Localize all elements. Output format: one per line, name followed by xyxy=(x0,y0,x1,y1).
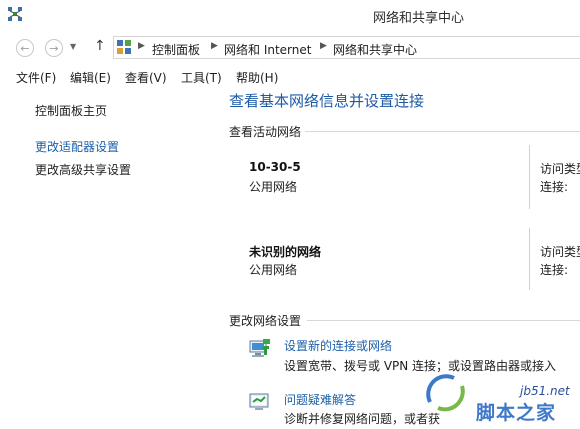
navigation-bar: ← → ▼ ↑ ▶ 控制面板 ▶ 网络和 Internet ▶ 网络和共享中心 xyxy=(0,32,580,64)
sidebar-item-control-panel-home[interactable]: 控制面板主页 xyxy=(35,102,107,119)
sidebar-item-change-adapter-settings[interactable]: 更改适配器设置 xyxy=(35,138,119,155)
setup-connection-link[interactable]: 设置新的连接或网络 xyxy=(284,337,392,354)
breadcrumb-separator-icon: ▶ xyxy=(320,41,327,51)
change-network-settings-heading: 更改网络设置 xyxy=(229,314,302,328)
troubleshoot-description: 诊断并修复网络问题，或者获 xyxy=(284,412,441,426)
watermark-site: jb51.net xyxy=(520,384,570,398)
breadcrumb-network-sharing-center[interactable]: 网络和共享中心 xyxy=(333,41,417,58)
network-name: 未识别的网络 xyxy=(249,245,322,259)
network-type-link[interactable]: 公用网络 xyxy=(249,178,297,195)
back-arrow-icon[interactable]: ← xyxy=(16,39,34,57)
watermark-logo-icon xyxy=(426,374,465,412)
watermark-name: 脚本之家 xyxy=(476,402,557,424)
sidebar-item-advanced-sharing[interactable]: 更改高级共享设置 xyxy=(35,161,131,178)
up-arrow-icon[interactable]: ↑ xyxy=(94,38,106,54)
title-bar: 网络和共享中心 xyxy=(0,0,580,32)
access-type-label: 访问类型 xyxy=(540,245,580,259)
column-divider xyxy=(529,228,530,290)
breadcrumb-separator-icon: ▶ xyxy=(138,41,145,51)
troubleshoot-icon xyxy=(249,393,269,410)
menu-tools[interactable]: 工具(T) xyxy=(181,69,222,86)
address-bar[interactable]: ▶ 控制面板 ▶ 网络和 Internet ▶ 网络和共享中心 xyxy=(113,36,580,59)
menu-view[interactable]: 查看(V) xyxy=(125,69,167,86)
menu-bar: 文件(F) 编辑(E) 查看(V) 工具(T) 帮助(H) xyxy=(0,66,580,88)
column-divider xyxy=(529,145,530,209)
menu-file[interactable]: 文件(F) xyxy=(16,69,56,86)
connections-label: 连接: xyxy=(540,180,569,194)
troubleshoot-link[interactable]: 问题疑难解答 xyxy=(284,391,356,408)
menu-edit[interactable]: 编辑(E) xyxy=(70,69,111,86)
connections-label: 连接: xyxy=(540,263,569,277)
breadcrumb-separator-icon: ▶ xyxy=(211,41,218,51)
access-type-label: 访问类型 xyxy=(540,162,580,176)
network-center-icon[interactable] xyxy=(7,6,23,22)
section-divider xyxy=(305,131,580,132)
forward-arrow-icon[interactable]: → xyxy=(45,39,63,57)
network-setup-icon xyxy=(249,339,270,357)
active-networks-heading: 查看活动网络 xyxy=(229,125,302,139)
section-divider xyxy=(307,320,580,321)
sidebar: 控制面板主页 更改适配器设置 更改高级共享设置 xyxy=(0,88,220,429)
setup-connection-description: 设置宽带、拨号或 VPN 连接；或设置路由器或接入 xyxy=(284,359,557,373)
breadcrumb-control-panel[interactable]: 控制面板 xyxy=(152,41,200,58)
breadcrumb-network-internet[interactable]: 网络和 Internet xyxy=(224,41,311,58)
control-panel-icon xyxy=(117,40,131,54)
menu-help[interactable]: 帮助(H) xyxy=(236,69,278,86)
page-title: 查看基本网络信息并设置连接 xyxy=(229,92,425,110)
recent-locations-chevron-icon[interactable]: ▼ xyxy=(70,42,76,51)
window-title: 网络和共享中心 xyxy=(373,11,465,26)
network-type-link[interactable]: 公用网络 xyxy=(249,261,297,278)
network-name: 10-30-5 xyxy=(249,160,301,174)
